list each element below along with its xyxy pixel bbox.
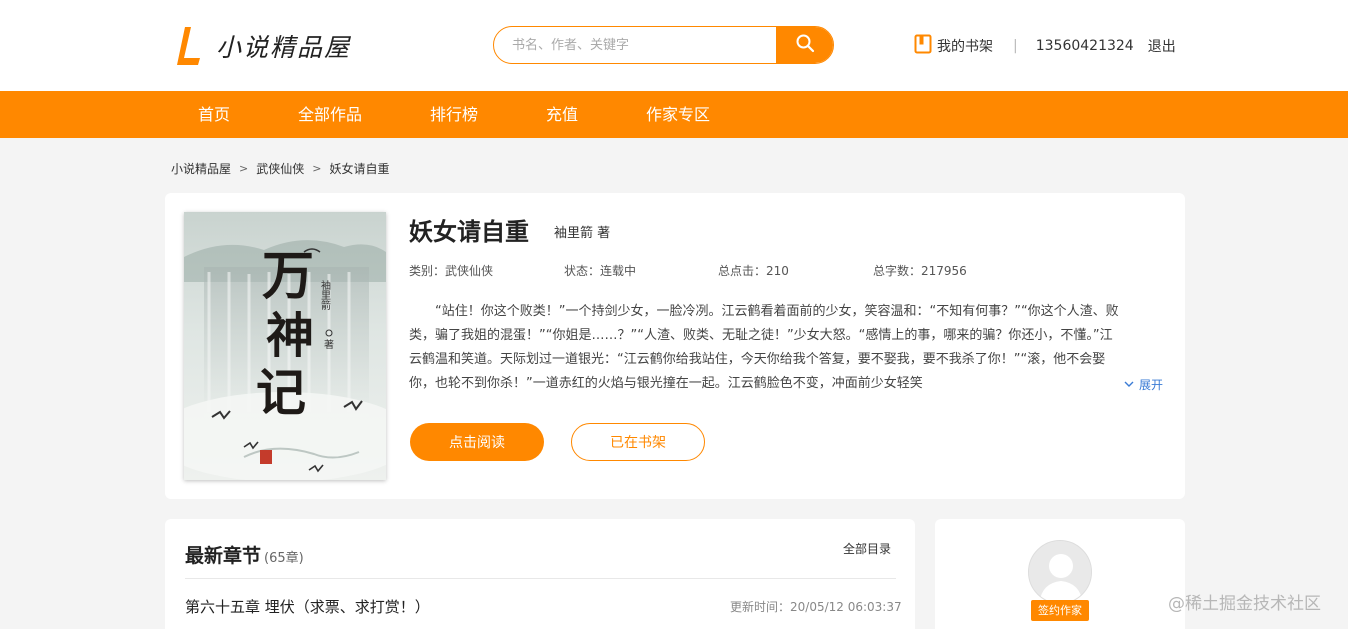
user-phone[interactable]: 13560421324 [1036,38,1134,54]
top-header: 小说精品屋 我的书架 | 13560421324 退出 [0,0,1348,91]
cover-zhu: 著 [324,338,334,351]
book-category: 类别：武侠仙侠 [409,264,494,278]
logout-link[interactable]: 退出 [1148,36,1176,56]
search-box [493,26,834,64]
nav-all-works[interactable]: 全部作品 [298,91,362,138]
cover-title-char-3: 记 [256,363,306,422]
chapters-title: 最新章节 [185,545,262,567]
author-panel: 签约作家 [935,519,1185,629]
book-clicks: 总点击：210 [718,264,789,278]
search-button[interactable] [776,27,833,63]
my-shelf-label: 我的书架 [937,39,993,55]
logo-text: 小说精品屋 [216,33,352,62]
book-cover-art: 万 神 记 袖里箭 著 [184,212,386,480]
signed-author-badge: 签约作家 [1031,600,1089,621]
site-logo[interactable]: 小说精品屋 [176,25,351,67]
breadcrumb-category[interactable]: 武侠仙侠 [256,160,304,177]
breadcrumb-separator: > [312,162,322,175]
all-chapters-link[interactable]: 全部目录 [843,540,891,557]
author-avatar[interactable] [1028,540,1092,604]
book-intro: “站住！你这个败类！”一个持剑少女，一脸冷冽。江云鹤看着面前的少女，笑容温和：“… [409,304,1119,391]
cover-author: 袖里箭 [319,279,331,311]
logo-l-icon [176,25,202,67]
book-info-card: 万 神 记 袖里箭 著 妖女请自重 袖里箭 著 类别：武侠仙侠 状态：连载中 总… [165,193,1185,499]
cover-title-char-1: 万 [262,246,314,307]
main-nav: 首页 全部作品 排行榜 充值 作家专区 [0,91,1348,138]
cover-seal-icon [260,450,272,464]
nav-recharge[interactable]: 充值 [546,91,578,138]
breadcrumb: 小说精品屋 > 武侠仙侠 > 妖女请自重 [171,160,389,177]
cover-title-char-2: 神 [266,308,314,364]
latest-chapter-time: 更新时间：20/05/12 06:03:37 [730,600,902,614]
search-input[interactable] [494,27,776,63]
nav-ranking[interactable]: 排行榜 [430,91,478,138]
expand-label: 展开 [1139,378,1164,392]
read-button[interactable]: 点击阅读 [410,423,544,461]
chapters-header: 最新章节 (65章) [185,541,304,568]
divider [185,578,896,579]
breadcrumb-current: 妖女请自重 [329,162,390,176]
book-title: 妖女请自重 [409,218,529,246]
chevron-down-icon [1123,378,1135,392]
breadcrumb-home[interactable]: 小说精品屋 [171,160,231,177]
user-silhouette-icon [1029,541,1091,603]
expand-intro-button[interactable]: 展开 [1123,376,1163,393]
latest-chapter-link[interactable]: 第六十五章 埋伏（求票、求打赏！） [185,596,430,617]
nav-home[interactable]: 首页 [198,91,230,138]
watermark: @稀土掘金技术社区 [1168,594,1321,614]
chapters-count: (65章) [264,551,304,566]
book-author[interactable]: 袖里箭 著 [554,222,610,241]
search-icon [795,33,815,57]
my-shelf-link[interactable]: 我的书架 [914,34,993,58]
book-status: 状态：连载中 [564,264,637,278]
book-cover[interactable]: 万 神 记 袖里箭 著 [184,212,386,480]
bookshelf-icon [914,34,932,58]
latest-chapters-panel: 最新章节 (65章) 全部目录 第六十五章 埋伏（求票、求打赏！） 更新时间：2… [165,519,915,629]
nav-author-zone[interactable]: 作家专区 [646,91,710,138]
breadcrumb-separator: > [239,162,249,175]
book-word-count: 总字数：217956 [873,264,967,278]
in-shelf-button[interactable]: 已在书架 [571,423,705,461]
header-separator: | [1013,38,1018,54]
user-area: 我的书架 | 13560421324 退出 [914,34,1176,58]
